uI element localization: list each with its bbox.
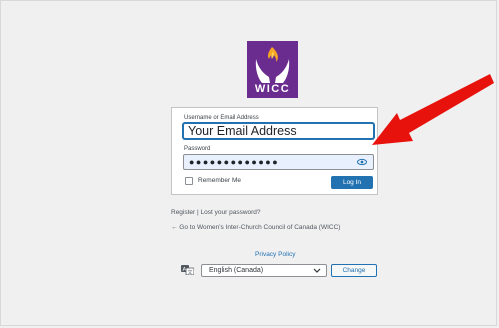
- password-input[interactable]: ●●●●●●●●●●●●●: [183, 154, 374, 170]
- svg-text:文: 文: [188, 269, 193, 275]
- lost-password-link[interactable]: Lost your password?: [201, 209, 261, 216]
- privacy-policy-link[interactable]: Privacy Policy: [255, 251, 295, 258]
- language-selected: English (Canada): [209, 267, 264, 274]
- register-link[interactable]: Register: [171, 209, 195, 216]
- login-button[interactable]: Log In: [331, 176, 373, 189]
- logo-text: WICC: [254, 83, 291, 95]
- wicc-logo[interactable]: WICC: [247, 41, 298, 98]
- language-select[interactable]: English (Canada): [201, 264, 327, 277]
- username-input[interactable]: Your Email Address: [183, 123, 374, 139]
- translation-icon: A 文: [181, 265, 194, 275]
- password-label: Password: [184, 146, 211, 152]
- password-value: ●●●●●●●●●●●●●: [189, 157, 280, 167]
- username-label: Username or Email Address: [184, 115, 259, 121]
- show-password-eye-icon[interactable]: [357, 158, 367, 166]
- login-form: Username or Email Address Your Email Add…: [171, 107, 378, 195]
- remember-me-checkbox[interactable]: [185, 177, 193, 185]
- remember-me-label[interactable]: Remember Me: [198, 177, 241, 184]
- chevron-down-icon: [313, 268, 321, 273]
- back-to-site-link[interactable]: ← Go to Women's Inter-Church Council of …: [171, 224, 386, 232]
- change-language-button[interactable]: Change: [331, 264, 377, 277]
- register-lostpassword-nav: Register | Lost your password?: [171, 209, 261, 216]
- nav-separator: |: [197, 209, 199, 216]
